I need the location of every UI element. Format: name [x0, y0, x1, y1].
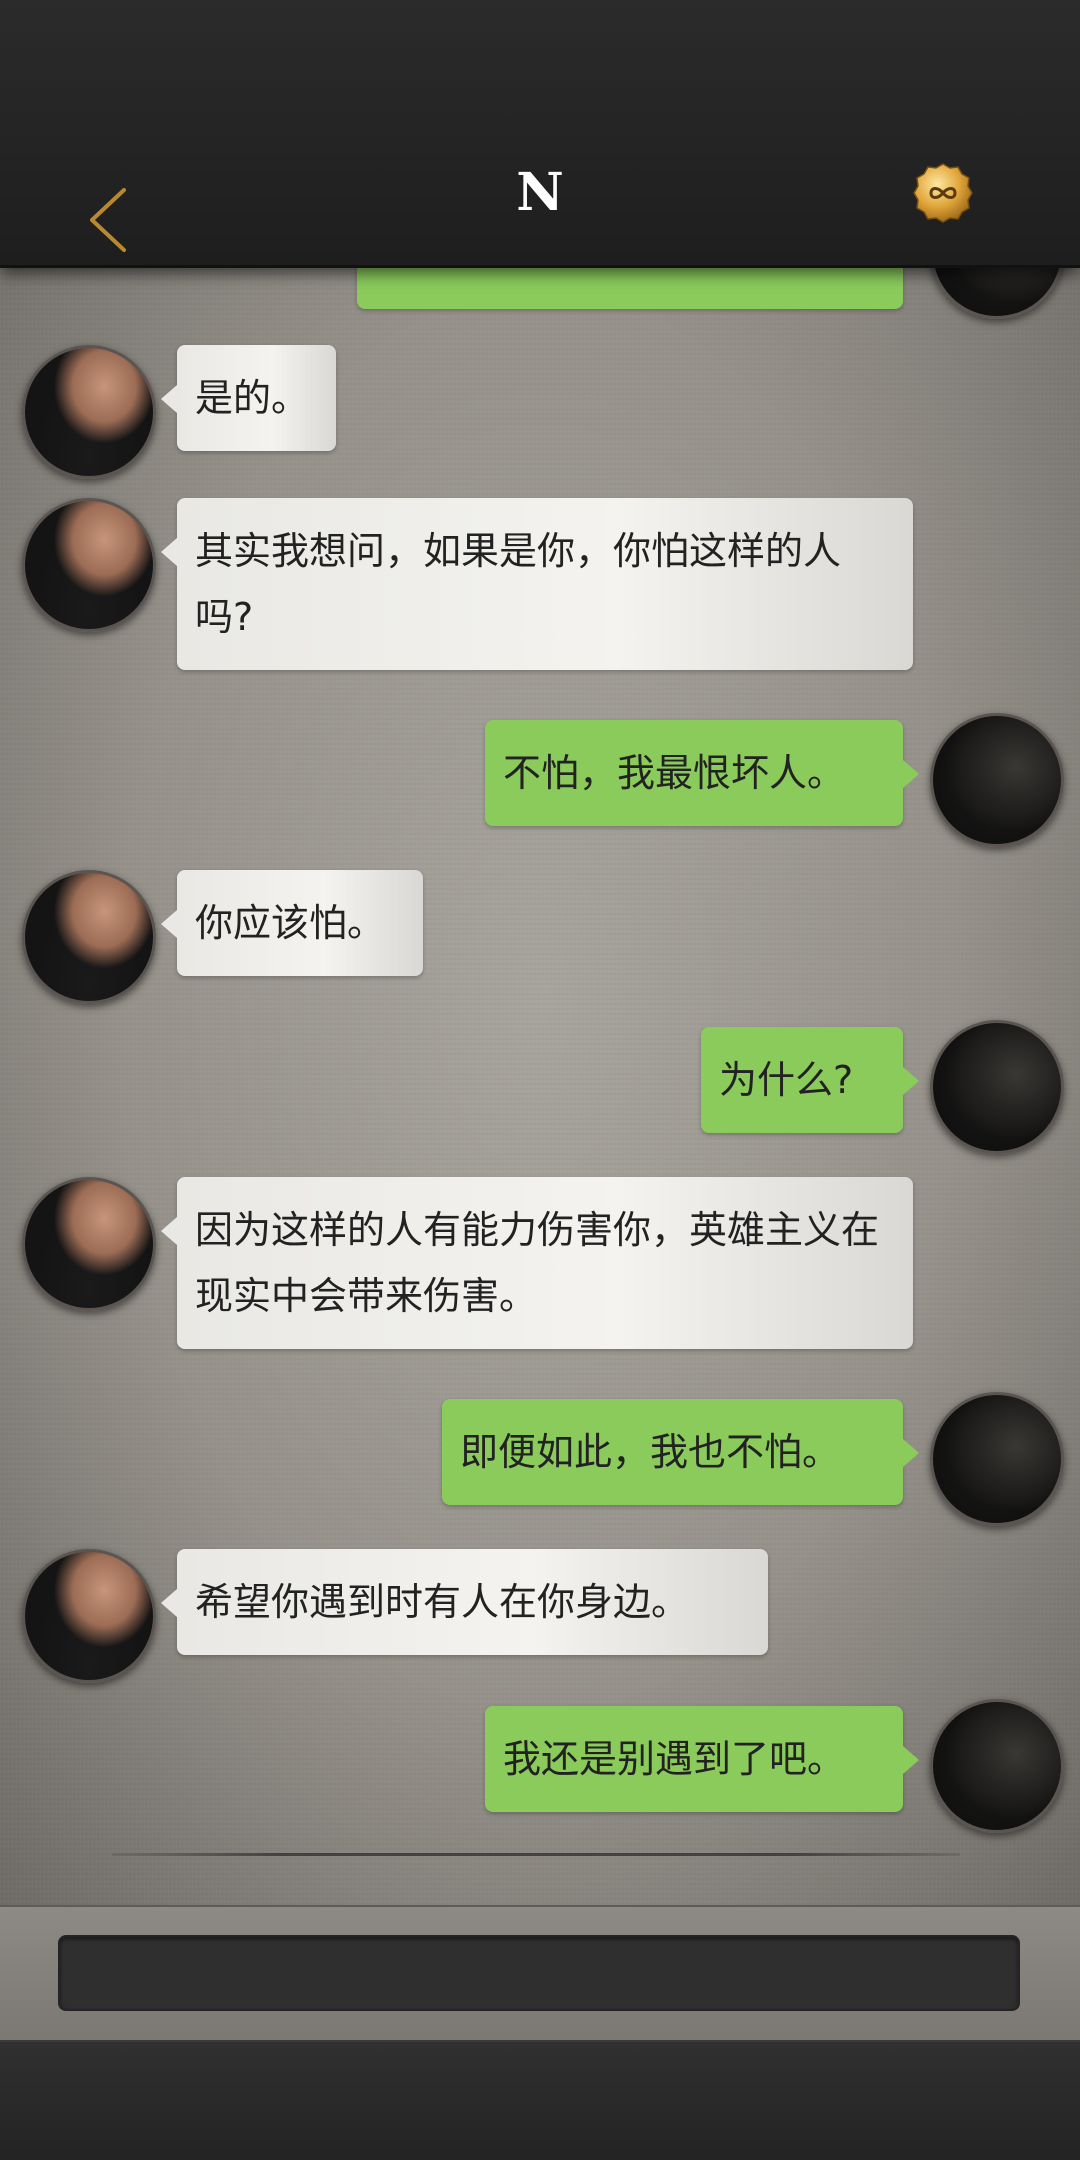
message-bubble[interactable]: 是的。 [161, 345, 336, 451]
message-bubble[interactable]: 即便如此，我也不怕。 [442, 1399, 919, 1505]
divider [112, 1853, 960, 1856]
friend-avatar[interactable] [22, 1549, 156, 1683]
friend-avatar[interactable] [22, 870, 156, 1004]
my-avatar[interactable] [930, 1699, 1064, 1833]
message-bubble[interactable]: 其实我想问，如果是你，你怕这样的人吗? [161, 498, 913, 670]
my-avatar[interactable] [930, 265, 1064, 319]
my-avatar[interactable] [930, 1392, 1064, 1526]
input-bar [0, 1905, 1080, 2042]
message-bubble[interactable] [357, 265, 903, 309]
top-bar: N [0, 0, 1080, 268]
message-bubble[interactable]: 希望你遇到时有人在你身边。 [161, 1549, 768, 1655]
infinity-coin-icon [913, 163, 973, 223]
message-bubble[interactable]: 因为这样的人有能力伤害你，英雄主义在现实中会带来伤害。 [161, 1177, 913, 1349]
coin-button[interactable] [912, 162, 974, 224]
message-bubble[interactable]: 我还是别遇到了吧。 [485, 1706, 919, 1812]
message-bubble[interactable]: 你应该怕。 [161, 870, 423, 976]
message-bubble[interactable]: 不怕，我最恨坏人。 [485, 720, 919, 826]
my-avatar[interactable] [930, 1020, 1064, 1154]
my-avatar[interactable] [930, 713, 1064, 847]
friend-avatar[interactable] [22, 1177, 156, 1311]
friend-avatar[interactable] [22, 345, 156, 479]
chat-area[interactable]: 是的。 其实我想问，如果是你，你怕这样的人吗? 不怕，我最恨坏人。 你应该怕。 … [0, 265, 1080, 1905]
message-bubble[interactable]: 为什么? [701, 1027, 919, 1133]
message-input[interactable] [58, 1935, 1020, 2011]
bottom-bar [0, 2040, 1080, 2160]
friend-avatar[interactable] [22, 498, 156, 632]
